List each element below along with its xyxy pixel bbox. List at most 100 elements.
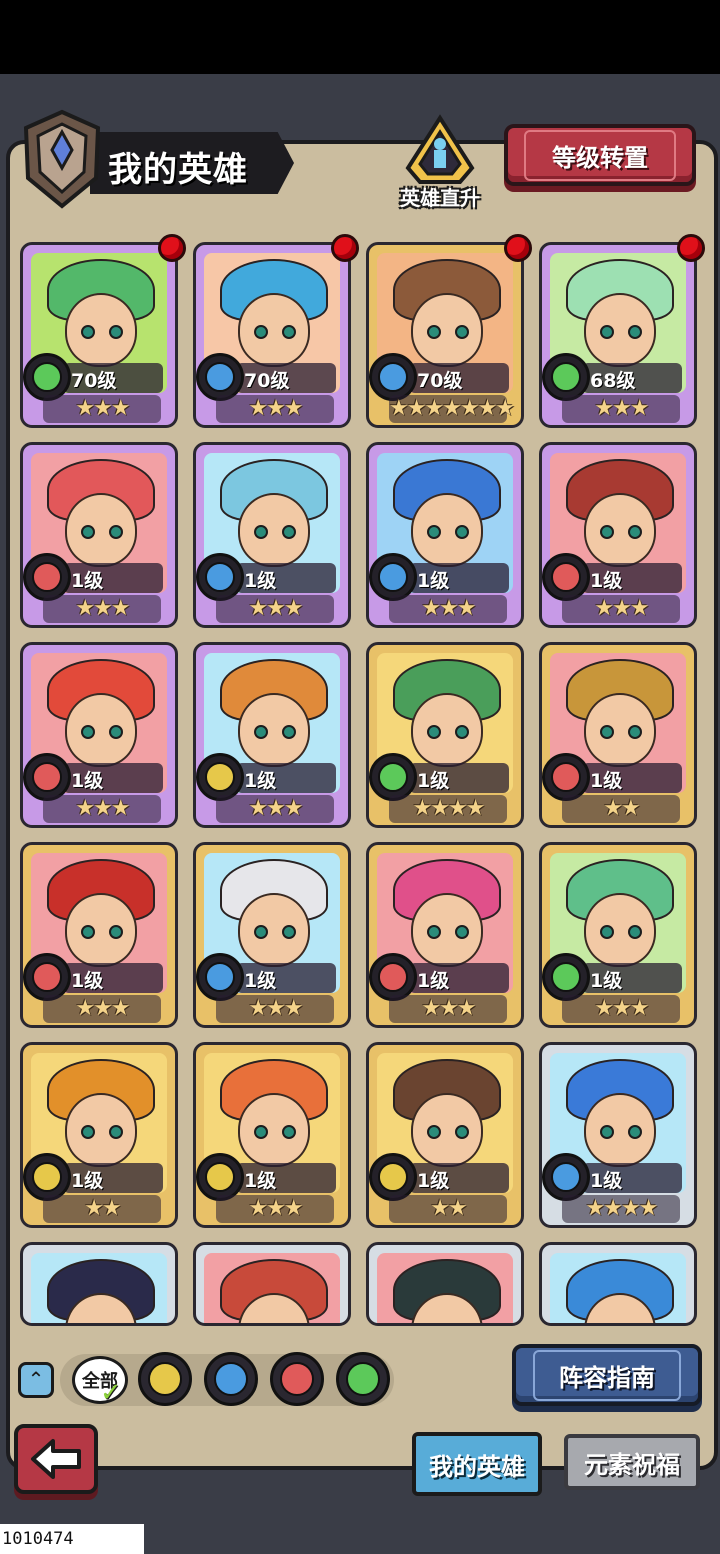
- notification-dot: [677, 234, 705, 262]
- water-element-icon: [196, 553, 244, 601]
- hero-eye: [628, 325, 642, 339]
- hero-eye: [427, 1125, 441, 1139]
- hero-level: 1级: [590, 570, 623, 592]
- fire-element-icon: [23, 553, 71, 601]
- hero-face: [584, 293, 656, 367]
- water-element-icon: [369, 353, 417, 401]
- hero-card[interactable]: 70级 ★★★: [20, 242, 178, 428]
- earth-element-icon: [196, 753, 244, 801]
- hero-level: 1级: [417, 970, 450, 992]
- hero-card[interactable]: 70级 ★★★: [193, 242, 351, 428]
- hero-eye: [81, 325, 95, 339]
- hero-face: [584, 1093, 656, 1167]
- hero-card[interactable]: 70级 ★★★★★★★: [366, 242, 524, 428]
- hero-card[interactable]: 1级 ★★★: [20, 642, 178, 828]
- hero-face: [238, 693, 310, 767]
- hero-eye: [109, 1325, 123, 1326]
- notification-dot: [331, 234, 359, 262]
- wind-element-icon: [23, 353, 71, 401]
- hero-card[interactable]: 1级 ★★★: [193, 1042, 351, 1228]
- hero-level: 1级: [590, 1170, 623, 1192]
- hero-face: [584, 493, 656, 567]
- tab-my-heroes[interactable]: 我的英雄: [412, 1432, 542, 1496]
- hero-eye: [254, 725, 268, 739]
- hero-eye: [254, 925, 268, 939]
- hero-face: [411, 693, 483, 767]
- hero-card[interactable]: 1级 ★★: [539, 642, 697, 828]
- hero-eye: [427, 525, 441, 539]
- hero-portrait: [377, 1253, 513, 1326]
- hero-stars: ★★★: [43, 395, 161, 423]
- hero-eye: [600, 1325, 614, 1326]
- hero-eye: [628, 1125, 642, 1139]
- hero-card[interactable]: 1级 ★★★: [366, 842, 524, 1028]
- lineup-guide-label: 阵容指南: [533, 1349, 681, 1401]
- hero-eye: [600, 925, 614, 939]
- hero-card[interactable]: 1级 ★★★: [193, 642, 351, 828]
- hero-eye: [282, 1325, 296, 1326]
- hero-stars: ★★★: [43, 595, 161, 623]
- filter-earth-button[interactable]: [138, 1352, 192, 1406]
- filter-wind-button[interactable]: [336, 1352, 390, 1406]
- hero-eye: [455, 1125, 469, 1139]
- hero-level: 1级: [71, 1170, 104, 1192]
- hero-eye: [282, 725, 296, 739]
- hero-level: 1级: [590, 970, 623, 992]
- hero-level: 1级: [244, 1170, 277, 1192]
- hero-level: 1级: [244, 770, 277, 792]
- hero-eye: [282, 325, 296, 339]
- hero-direct-up-button[interactable]: 英雄直升: [390, 112, 490, 212]
- filter-fire-button[interactable]: [270, 1352, 324, 1406]
- hero-portrait: [204, 1253, 340, 1326]
- hero-eye: [254, 1325, 268, 1326]
- back-button[interactable]: [14, 1424, 98, 1494]
- filter-water-button[interactable]: [204, 1352, 258, 1406]
- hero-card[interactable]: [20, 1242, 178, 1326]
- tab-my-heroes-label: 我的英雄: [429, 1452, 525, 1481]
- hero-card[interactable]: [193, 1242, 351, 1326]
- element-core: [378, 962, 408, 992]
- hero-card[interactable]: 1级 ★★★★: [366, 642, 524, 828]
- hero-card[interactable]: 1级 ★★★: [20, 842, 178, 1028]
- hero-eye: [427, 1325, 441, 1326]
- hero-level: 1级: [71, 570, 104, 592]
- earth-element-icon: [23, 1153, 71, 1201]
- hero-face: [411, 293, 483, 367]
- hero-card[interactable]: [366, 1242, 524, 1326]
- hero-eye: [600, 725, 614, 739]
- hero-card[interactable]: 1级 ★★★: [366, 442, 524, 628]
- lineup-guide-button[interactable]: 阵容指南: [512, 1344, 702, 1406]
- hero-level: 70级: [417, 370, 463, 392]
- hero-eye: [455, 325, 469, 339]
- element-core: [378, 362, 408, 392]
- hero-eye: [282, 525, 296, 539]
- hero-face: [238, 893, 310, 967]
- hero-level: 70级: [71, 370, 117, 392]
- hero-card[interactable]: 1级 ★★★: [539, 842, 697, 1028]
- hero-face: [65, 893, 137, 967]
- tab-element-blessing[interactable]: 元素祝福: [564, 1434, 700, 1490]
- hero-stars: ★★★: [562, 595, 680, 623]
- water-element-icon: [196, 953, 244, 1001]
- hero-card[interactable]: 1级 ★★★: [193, 442, 351, 628]
- hero-card[interactable]: 1级 ★★★: [193, 842, 351, 1028]
- direct-up-label: 英雄直升: [400, 186, 480, 210]
- hero-eye: [81, 1125, 95, 1139]
- water-element-icon: [214, 1362, 248, 1396]
- hero-card[interactable]: [539, 1242, 697, 1326]
- hero-card[interactable]: 1级 ★★: [366, 1042, 524, 1228]
- hero-card[interactable]: 1级 ★★★★: [539, 1042, 697, 1228]
- hero-eye: [109, 925, 123, 939]
- hero-card[interactable]: 1级 ★★: [20, 1042, 178, 1228]
- hero-stars: ★★★: [562, 395, 680, 423]
- hero-eye: [600, 325, 614, 339]
- hero-card[interactable]: 68级 ★★★: [539, 242, 697, 428]
- earth-element-icon: [369, 1153, 417, 1201]
- hero-card[interactable]: 1级 ★★★: [20, 442, 178, 628]
- hero-eye: [282, 925, 296, 939]
- tab-element-blessing-label: 元素祝福: [584, 1450, 680, 1479]
- chevron-up-icon[interactable]: ⌃: [18, 1362, 54, 1398]
- hero-card[interactable]: 1级 ★★★: [539, 442, 697, 628]
- level-reset-button[interactable]: 等级转置: [504, 124, 696, 186]
- hero-eye: [600, 1125, 614, 1139]
